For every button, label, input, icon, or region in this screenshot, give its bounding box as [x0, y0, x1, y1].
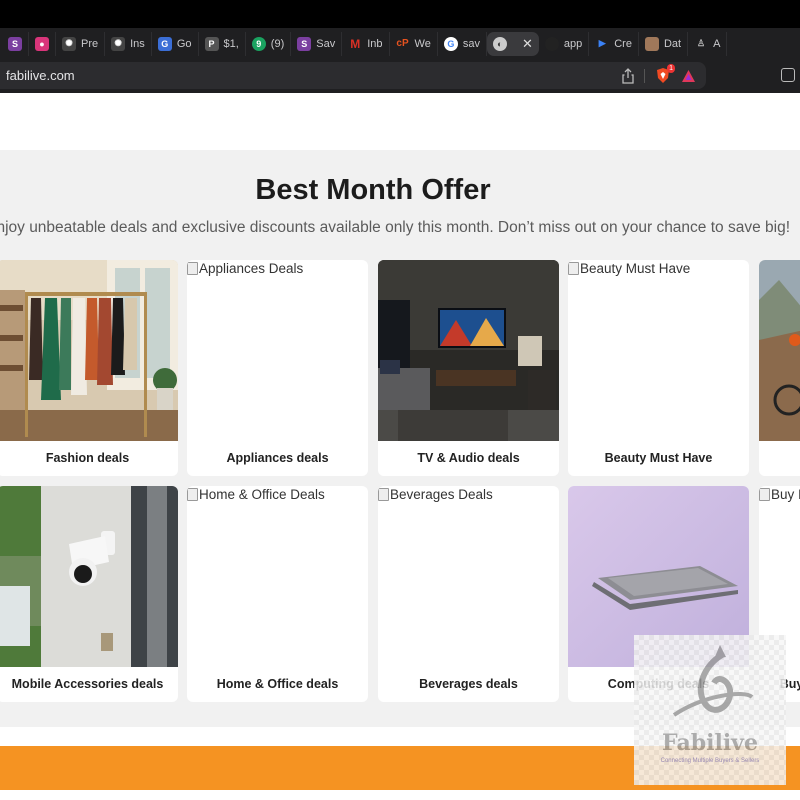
appliances-image-broken: Appliances Deals: [187, 260, 368, 441]
tab-14[interactable]: Dat: [639, 31, 689, 56]
image-alt-text: Buy I: [759, 487, 800, 502]
gmail-icon: M: [350, 36, 361, 51]
tab-8[interactable]: M Inb: [342, 31, 390, 56]
brave-shield-icon[interactable]: 1: [655, 64, 675, 84]
tab-label: app: [563, 37, 583, 50]
tab-11-active[interactable]: ◐ ✕: [486, 31, 539, 56]
s-app-icon: S: [8, 36, 22, 51]
beauty-image-broken: Beauty Must Have: [568, 260, 749, 441]
tab-0[interactable]: S: [2, 31, 29, 56]
tab-label: Go: [176, 37, 192, 50]
tab-label: Sav: [316, 37, 336, 50]
tab-label: Cre: [614, 37, 632, 50]
tab-label: Dat: [663, 37, 682, 50]
broken-image-icon: [187, 488, 198, 501]
tab-15[interactable]: ♙ A: [688, 31, 728, 56]
card-tv-audio[interactable]: TV & Audio deals: [378, 260, 559, 476]
bike-image: [759, 260, 800, 441]
card-home-office[interactable]: Home & Office Deals Home & Office deals: [187, 486, 368, 702]
card-fashion[interactable]: Fashion deals: [0, 260, 178, 476]
pink-app-icon: ●: [35, 36, 49, 51]
card-label: TV & Audio deals: [417, 451, 520, 465]
image-alt-text: Beverages Deals: [378, 487, 493, 502]
tab-label: (9): [270, 37, 285, 50]
fabilive-watermark: Fabilive Connecting Multiple Buyers & Se…: [634, 635, 786, 785]
broken-image-icon: [759, 488, 770, 501]
tab-label: Inb: [367, 37, 383, 50]
image-alt-text: Beauty Must Have: [568, 261, 690, 276]
card-label: Appliances deals: [226, 451, 329, 465]
tab-13[interactable]: ▶ Cre: [589, 31, 639, 56]
tab-label: Ins: [130, 37, 145, 50]
tab-strip: S ● ✺ Pre ✺ Ins G Go P $1, 9 (9) S Sav M Inb cP…: [0, 28, 800, 59]
card-appliances[interactable]: Appliances Deals Appliances deals: [187, 260, 368, 476]
fabilive-logo-icon: [672, 645, 754, 717]
tab-label: sav: [462, 37, 480, 50]
card-label: Fashion deals: [45, 451, 130, 465]
address-bar-row: fabilive.com 1: [0, 59, 800, 93]
watermark-brand: Fabilive: [662, 730, 758, 756]
p-icon: P: [204, 36, 219, 51]
tab-label: Pre: [81, 37, 99, 50]
url-text: fabilive.com: [6, 68, 75, 83]
play-icon: ▶: [598, 38, 606, 48]
share-icon[interactable]: [622, 67, 634, 84]
tab-2[interactable]: ✺ Pre: [56, 31, 106, 56]
chatgpt-icon: ✺: [111, 36, 126, 51]
mac-menu-bar: [0, 0, 800, 28]
active-tab-icon: ◐: [492, 36, 507, 51]
broken-image-icon: [187, 262, 198, 275]
cp-icon: cP: [396, 38, 409, 49]
section-subtitle: Enjoy unbeatable deals and exclusive dis…: [0, 219, 790, 236]
brave-badge: 1: [667, 64, 675, 73]
nine-icon: 9: [251, 36, 266, 51]
divider: [644, 68, 645, 83]
tab-7[interactable]: S Sav: [291, 31, 343, 56]
tab-6[interactable]: 9 (9): [246, 31, 292, 56]
card-label: Beauty Must Have: [604, 451, 713, 465]
tab-3[interactable]: ✺ Ins: [105, 31, 152, 56]
tab-label: A: [713, 37, 721, 50]
card-label: Beverages deals: [419, 677, 518, 691]
beverages-image-broken: Beverages Deals: [378, 486, 559, 667]
image-alt-text: Appliances Deals: [187, 261, 303, 276]
tab-9[interactable]: cP We: [390, 31, 438, 56]
google-icon: G: [443, 36, 458, 51]
broken-image-icon: [568, 262, 579, 275]
section-title: Best Month Offer: [255, 174, 491, 206]
card-beauty[interactable]: Beauty Must Have Beauty Must Have: [568, 260, 749, 476]
card-mobile-accessories[interactable]: Mobile Accessories deals: [0, 486, 178, 702]
s-app-icon: S: [297, 36, 312, 51]
watermark-tagline: Connecting Multiple Buyers & Sellers: [660, 758, 760, 764]
tab-label: $1,: [223, 37, 239, 50]
reader-mode-icon[interactable]: [781, 68, 795, 82]
tab-label: We: [414, 37, 431, 50]
home-office-image-broken: Home & Office Deals: [187, 486, 368, 667]
tab-5[interactable]: P $1,: [199, 31, 246, 56]
rewards-triangle-icon[interactable]: [681, 69, 696, 83]
tab-10[interactable]: Gsav: [438, 31, 487, 56]
card-label: Mobile Accessories deals: [11, 677, 164, 691]
apple-icon: [544, 36, 559, 51]
url-field[interactable]: fabilive.com 1: [0, 62, 706, 89]
web-page: Best Month Offer Enjoy unbeatable deals …: [0, 93, 800, 800]
person-icon: ♙: [697, 38, 706, 48]
image-alt-text: Home & Office Deals: [187, 487, 325, 502]
close-icon[interactable]: ✕: [522, 36, 533, 52]
tab-1[interactable]: ●: [29, 31, 56, 56]
avatar-icon: [644, 36, 659, 51]
card-beverages[interactable]: Beverages Deals Beverages deals: [378, 486, 559, 702]
tab-12[interactable]: app: [539, 31, 590, 56]
card-bike-partial[interactable]: [759, 260, 800, 476]
tv-image: [378, 260, 559, 441]
translate-icon: G: [157, 36, 172, 51]
camera-image: [0, 486, 178, 667]
broken-image-icon: [378, 488, 389, 501]
chatgpt-icon: ✺: [62, 36, 76, 51]
fashion-image: [0, 260, 178, 441]
tab-4[interactable]: G Go: [152, 31, 199, 56]
card-label: Home & Office deals: [216, 677, 339, 691]
